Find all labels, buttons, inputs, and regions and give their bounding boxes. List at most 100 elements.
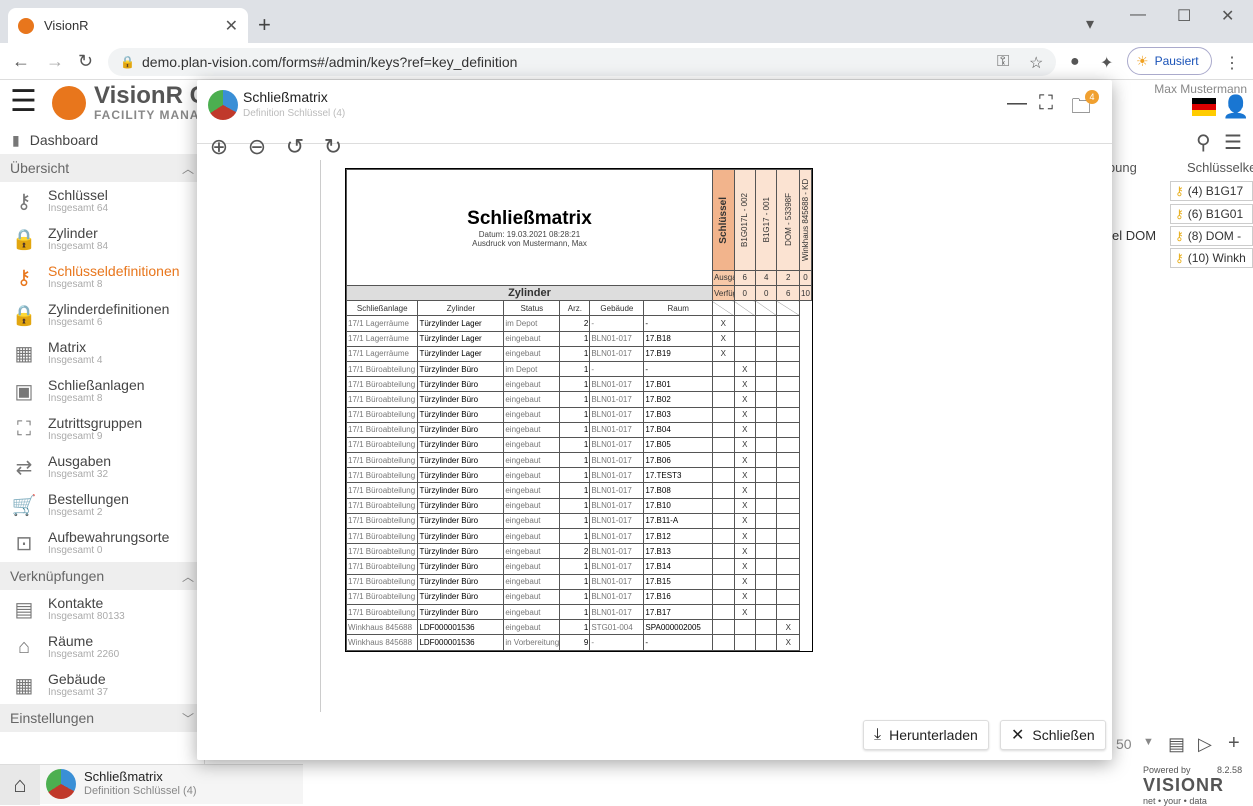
item-label: Matrix xyxy=(48,338,87,355)
menu-dots-icon[interactable]: ⋮ xyxy=(1224,53,1240,73)
table-row: 17/1 Büroabteilung Türzylinder Büro eingeb… xyxy=(345,467,812,484)
document-viewer[interactable]: Schließmatrix Datum: 19.03.2021 08:28:21… xyxy=(320,160,1110,712)
paused-profile-button[interactable]: ☀ Pausiert xyxy=(1127,47,1212,75)
minimize-dialog-icon[interactable]: — xyxy=(1007,92,1027,115)
sidebar-item-zylinder[interactable]: 🔒 Zylinder Insgesamt 84 xyxy=(0,220,204,258)
sidebar-item-bestellungen[interactable]: 🛒 Bestellungen Insgesamt 2 xyxy=(0,486,204,524)
raum-cell: 17.B13 xyxy=(643,543,713,560)
close-button[interactable]: ✕ Schließen xyxy=(1000,720,1106,750)
maximize-icon[interactable]: ☐ xyxy=(1177,6,1191,26)
key-column-header: Winkhaus 845688 - KD xyxy=(799,169,812,271)
zylinder-cell: Türzylinder Büro xyxy=(417,376,505,393)
schliessanlage-cell: 17/1 Büroabteilung xyxy=(345,391,419,408)
raum-cell: 17.B18 xyxy=(643,330,713,347)
sidebar-item-aufbewahrungsorte[interactable]: ⊡ Aufbewahrungsorte Insgesamt 0 xyxy=(0,524,204,562)
sidebar-item-raeume[interactable]: ⌂ Räume Insgesamt 2260 xyxy=(0,628,204,666)
key-icon[interactable]: ⚿ xyxy=(997,53,1009,71)
key-list-item[interactable]: ⚷ (10) Winkh xyxy=(1170,248,1253,268)
matrix-mark-cell xyxy=(711,497,735,514)
sidebar-item-zutrittsgruppen[interactable]: ⛶ Zutrittsgruppen Insgesamt 9 xyxy=(0,410,204,448)
page-size-select[interactable]: 50 xyxy=(1116,736,1132,752)
section-verknuepfungen[interactable]: Verknüpfungen ︿ xyxy=(0,562,204,590)
column-header: Gebäude xyxy=(589,300,645,317)
sidebar-item-matrix[interactable]: ▦ Matrix Insgesamt 4 xyxy=(0,334,204,372)
sidebar-item-kontakte[interactable]: ▤ Kontakte Insgesamt 80133 xyxy=(0,590,204,628)
dialog-title: Schließmatrix xyxy=(243,89,328,105)
fullscreen-icon[interactable]: ⛶ xyxy=(1039,92,1053,115)
rotate-right-icon[interactable]: ↻ xyxy=(319,134,347,160)
item-label: Aufbewahrungsorte xyxy=(48,528,170,545)
anzahl-cell: 1 xyxy=(559,588,591,605)
key-column-label: B1G17 - 001 xyxy=(761,197,771,243)
star-icon[interactable]: ☆ xyxy=(1029,53,1043,73)
schliessmatrix-document: Schließmatrix Datum: 19.03.2021 08:28:21… xyxy=(345,168,813,652)
profile-dropdown-icon[interactable]: ▾ xyxy=(1086,14,1094,34)
minimize-icon[interactable]: — xyxy=(1130,6,1146,24)
taskbar-item-schliessmatrix[interactable]: Schließmatrix Definition Schlüssel (4) xyxy=(46,769,197,799)
sidebar-item-schliessanlagen[interactable]: ▣ Schließanlagen Insgesamt 8 xyxy=(0,372,204,410)
zylinder-cell: Türzylinder Büro xyxy=(417,467,505,484)
zoom-in-icon[interactable]: ⊕ xyxy=(205,134,233,160)
section-uebersicht[interactable]: Übersicht ︿ xyxy=(0,154,204,182)
puzzle-icon[interactable]: ✦ xyxy=(1100,53,1113,73)
schliessanlage-cell: 17/1 Büroabteilung xyxy=(345,603,419,621)
verfuegbar-value: 10 xyxy=(799,284,812,302)
column-header-schluessel[interactable]: Schlüsselke xyxy=(1187,160,1253,175)
sidebar-item-gebaeude[interactable]: ▦ Gebäude Insgesamt 37 xyxy=(0,666,204,704)
reload-icon[interactable]: ↻ xyxy=(78,51,93,72)
browser-tab[interactable]: VisionR ✕ xyxy=(8,8,248,43)
home-icon[interactable]: ⌂ xyxy=(0,765,40,805)
matrix-mark-cell xyxy=(776,558,800,575)
url-field[interactable]: 🔒 demo.plan-vision.com/forms#/admin/keys… xyxy=(108,48,1056,76)
hamburger-menu-icon[interactable]: ☰ xyxy=(10,87,43,117)
download-button[interactable]: ⤓ Herunterladen xyxy=(863,720,989,750)
key-label: (4) B1G17 xyxy=(1187,184,1244,198)
status-cell: eingebaut xyxy=(503,345,561,362)
zylinder-cell: Türzylinder Büro xyxy=(417,512,505,530)
key-ribbon-icon: ⚷ xyxy=(1175,184,1184,198)
item-count: Insgesamt 64 xyxy=(48,202,109,214)
close-tab-icon[interactable]: ✕ xyxy=(225,16,238,36)
extension-circle-icon[interactable]: ● xyxy=(1070,53,1080,71)
new-tab-icon[interactable]: + xyxy=(258,12,271,38)
raum-cell: 17.B03 xyxy=(643,406,713,423)
german-flag-icon[interactable] xyxy=(1192,98,1216,116)
sidebar-item-zylinderdefinitionen[interactable]: 🔒 Zylinderdefinitionen Insgesamt 6 xyxy=(0,296,204,334)
key-list-item[interactable]: ⚷ (4) B1G17 xyxy=(1170,181,1253,201)
sidebar-item-schluesseldefinitionen[interactable]: ⚷ Schlüsseldefinitionen Insgesamt 8 xyxy=(0,258,204,296)
table-row: 17/1 Büroabteilung Türzylinder Büro eingeb… xyxy=(345,452,812,469)
browser-tabstrip: VisionR ✕ + ▾ — ☐ ✕ xyxy=(0,0,1253,43)
zylinder-cell: Türzylinder Lager xyxy=(417,345,505,362)
forward-icon[interactable]: → xyxy=(46,51,64,72)
key-column-header: B1G017L - 002 xyxy=(733,169,757,271)
window-close-icon[interactable]: ✕ xyxy=(1221,6,1234,26)
schliessanlage-cell: 17/1 Büroabteilung xyxy=(345,482,419,499)
key-list-item[interactable]: ⚷ (6) B1G01 xyxy=(1170,204,1253,224)
matrix-mark-cell: X xyxy=(733,406,757,423)
home-icon: ⌂ xyxy=(17,635,31,658)
sidebar-item-schluessel[interactable]: ⚷ Schlüssel Insgesamt 64 xyxy=(0,182,204,220)
search-icon[interactable]: ⚲ xyxy=(1196,130,1211,155)
dropdown-arrow-icon[interactable]: ▼ xyxy=(1143,736,1154,748)
play-icon[interactable]: ▷ xyxy=(1198,734,1212,755)
matrix-mark-cell: X xyxy=(733,452,757,469)
matrix-mark-cell xyxy=(776,391,800,408)
list-view-icon[interactable]: ▤ xyxy=(1168,734,1185,755)
raum-cell: 17.B01 xyxy=(643,376,713,393)
raum-cell: - xyxy=(643,360,713,378)
section-einstellungen[interactable]: Einstellungen ﹀ xyxy=(0,704,204,732)
list-menu-icon[interactable]: ☰ xyxy=(1224,130,1242,155)
sidebar-item-dashboard[interactable]: ▮ Dashboard xyxy=(0,126,204,154)
zoom-out-icon[interactable]: ⊖ xyxy=(243,134,271,160)
back-icon[interactable]: ← xyxy=(12,51,30,72)
gebaeude-cell: BLN01-017 xyxy=(589,421,645,438)
sidebar-item-ausgaben[interactable]: ⇄ Ausgaben Insgesamt 32 xyxy=(0,448,204,486)
gebaeude-cell: - xyxy=(589,634,645,651)
matrix-mark-cell xyxy=(755,558,778,575)
rotate-left-icon[interactable]: ↺ xyxy=(281,134,309,160)
brand: VisionR C FACILITY MANAG xyxy=(52,84,210,122)
gebaeude-cell: BLN01-017 xyxy=(589,452,645,469)
key-list-item[interactable]: ⚷ (8) DOM - xyxy=(1170,226,1253,246)
add-icon[interactable]: + xyxy=(1228,732,1240,755)
user-icon[interactable]: 👤 xyxy=(1222,94,1249,120)
